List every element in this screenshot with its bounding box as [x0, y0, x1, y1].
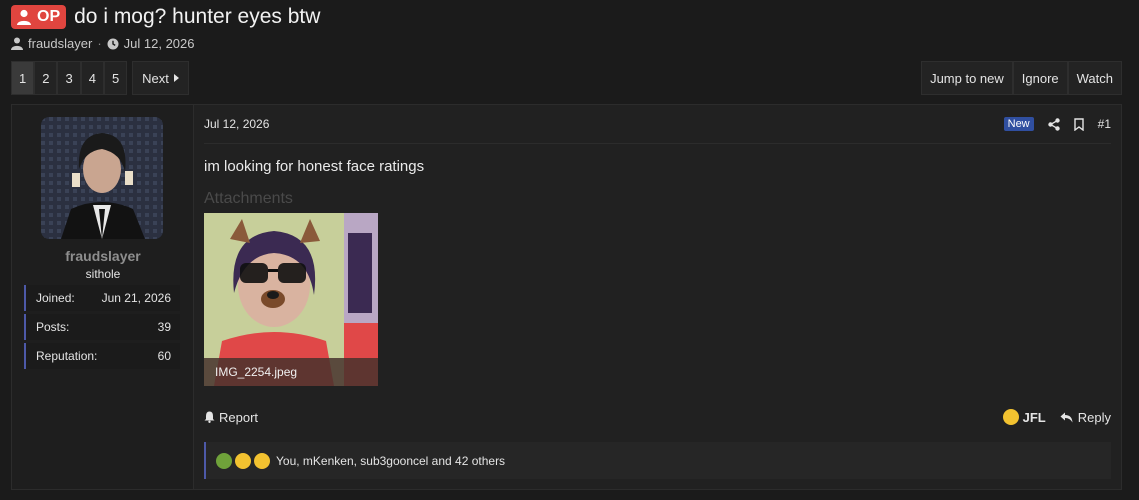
title-row: OP do i mog? hunter eyes btw — [11, 4, 1128, 30]
meta-separator: · — [97, 36, 102, 51]
next-page-label: Next — [142, 70, 169, 86]
attachment-filename: IMG_2254.jpeg — [204, 358, 378, 386]
user-icon — [17, 9, 31, 25]
page-link-3[interactable]: 3 — [57, 61, 81, 95]
bell-icon — [204, 411, 215, 423]
post-date[interactable]: Jul 12, 2026 — [204, 117, 269, 131]
post-user-cell: fraudslayer sithole Joined: Jun 21, 2026… — [12, 105, 194, 489]
post-body: im looking for honest face ratings — [204, 158, 425, 175]
post-footer-actions: JFL Reply — [1002, 409, 1111, 425]
avatar-image — [41, 117, 163, 239]
stat-posts: Posts: 39 — [24, 314, 180, 340]
reply-button[interactable]: Reply — [1060, 410, 1111, 425]
thread-header: OP do i mog? hunter eyes btw fraudslayer… — [11, 4, 1128, 51]
stat-value: Jun 21, 2026 — [101, 291, 171, 305]
thread-meta: fraudslayer · Jul 12, 2026 — [11, 36, 1128, 51]
page-link-5[interactable]: 5 — [103, 61, 128, 95]
reply-icon — [1060, 412, 1073, 422]
thread-date-link[interactable]: Jul 12, 2026 — [124, 36, 195, 51]
thread-title: do i mog? hunter eyes btw — [74, 5, 321, 28]
reactions-summary[interactable]: You, mKenken, sub3gooncel and 42 others — [276, 454, 505, 468]
laughing-emoji-icon — [235, 452, 251, 469]
page-link-4[interactable]: 4 — [80, 61, 104, 95]
reactions-bar[interactable]: You, mKenken, sub3gooncel and 42 others — [204, 442, 1111, 479]
bookmark-icon[interactable] — [1073, 117, 1084, 131]
stat-joined: Joined: Jun 21, 2026 — [24, 285, 180, 311]
user-title: sithole — [85, 267, 121, 281]
stat-label: Joined: — [36, 291, 75, 305]
op-badge: OP — [11, 5, 67, 29]
stat-value: 39 — [157, 320, 171, 334]
stat-reputation: Reputation: 60 — [24, 343, 180, 369]
post-number[interactable]: #1 — [1098, 117, 1111, 131]
page-link-1[interactable]: 1 — [11, 61, 35, 95]
op-label: OP — [37, 8, 61, 25]
react-button[interactable]: JFL — [1002, 409, 1046, 425]
attachment-thumbnail[interactable]: IMG_2254.jpeg — [204, 213, 378, 386]
caret-right-icon — [173, 74, 179, 82]
sick-emoji-icon — [216, 452, 232, 469]
post: fraudslayer sithole Joined: Jun 21, 2026… — [11, 104, 1122, 490]
stat-label: Posts: — [36, 320, 70, 334]
watch-button[interactable]: Watch — [1067, 61, 1122, 95]
username[interactable]: fraudslayer — [12, 248, 194, 264]
laughing-emoji-icon — [1002, 409, 1019, 425]
post-message-cell: Jul 12, 2026 New #1 im looking for hones… — [195, 105, 1121, 489]
jump-to-new-button[interactable]: Jump to new — [921, 61, 1013, 95]
post-header: Jul 12, 2026 New #1 — [204, 105, 1111, 144]
page-link-2[interactable]: 2 — [34, 61, 58, 95]
ignore-button[interactable]: Ignore — [1012, 61, 1068, 95]
report-label: Report — [219, 409, 259, 425]
user-icon — [11, 37, 23, 50]
post-header-actions: New #1 — [1003, 117, 1111, 131]
stat-label: Reputation: — [36, 349, 98, 363]
user-stats: Joined: Jun 21, 2026 Posts: 39 Reputatio… — [24, 285, 180, 372]
report-link[interactable]: Report — [204, 410, 258, 425]
attachments-heading: Attachments — [204, 190, 293, 207]
thread-actions: Jump to new Ignore Watch — [921, 61, 1122, 95]
reply-label: Reply — [1077, 409, 1111, 425]
post-footer: Report JFL Reply — [204, 405, 1111, 429]
clock-icon — [107, 38, 119, 49]
page-navigation: 1 2 3 4 5 Next — [11, 61, 189, 95]
share-icon[interactable] — [1047, 117, 1060, 131]
react-label: JFL — [1022, 409, 1046, 425]
thread-author-link[interactable]: fraudslayer — [28, 36, 92, 51]
nerd-emoji-icon — [254, 452, 270, 469]
stat-value: 60 — [157, 349, 171, 363]
next-page-button[interactable]: Next — [132, 61, 189, 95]
avatar[interactable] — [41, 117, 163, 239]
new-badge: New — [1003, 117, 1034, 131]
